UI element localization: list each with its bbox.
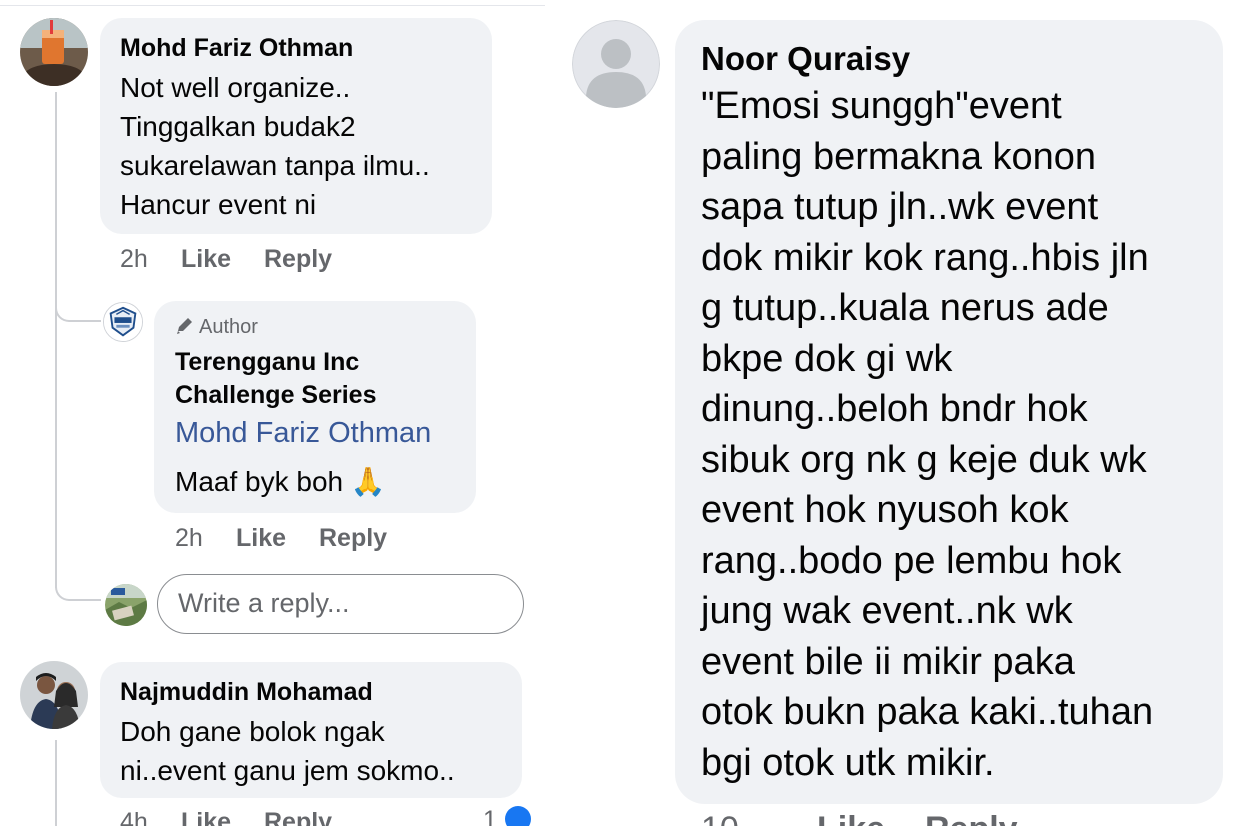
like-button[interactable]: Like [236, 524, 286, 553]
reply-timestamp[interactable]: 2h [175, 524, 203, 553]
comment-text-line: rang..bodo pe lembu hok [701, 540, 1122, 582]
comment-text-line: Hancur event ni [120, 189, 317, 220]
comment-text-line: Not well organize.. [120, 72, 351, 103]
reply-label: Reply [264, 808, 333, 826]
avatar-najmuddin[interactable] [20, 661, 88, 729]
like-button[interactable]: Like [181, 808, 231, 826]
comment-text-line: sibuk org nk g keje duk wk [701, 439, 1147, 481]
reply-button[interactable]: Reply [264, 245, 332, 274]
pencil-icon [177, 318, 192, 334]
comment-text-line: Tinggalkan budak2 [120, 111, 356, 142]
default-person-avatar-icon [572, 20, 660, 108]
comment-text-line: Doh gane bolok ngak [120, 716, 385, 747]
comment-text-line: dok mikir kok rang..hbis jln [701, 237, 1149, 279]
comment-text-line: g tutup..kuala nerus ade [701, 287, 1109, 329]
comment-text-line: dinung..beloh bndr hok [701, 388, 1088, 430]
comment-text-line: bgi otok utk mikir. [701, 742, 995, 784]
comment-text-line: sapa tutup jln..wk event [701, 186, 1099, 228]
reply-label: Reply [925, 810, 1018, 826]
author-badge-label: Author [199, 316, 258, 338]
reply-input[interactable]: Write a reply... [157, 574, 524, 634]
reply-label: Reply [264, 245, 333, 273]
like-label: Like [236, 524, 287, 552]
page-name-line[interactable]: Terengganu Inc [175, 348, 359, 377]
avatar-page-logo-icon [104, 303, 142, 341]
like-button[interactable]: Like [817, 810, 885, 826]
thread-line-branch-reply [55, 587, 101, 601]
comment-timestamp[interactable]: 4h [120, 808, 148, 826]
avatar-mohd-fariz[interactable] [20, 18, 88, 86]
avatar-noor-quraisy[interactable] [572, 20, 660, 108]
comment-text-line: otok bukn paka kaki..tuhan [701, 691, 1154, 733]
comment-text-line: jung wak event..nk wk [701, 590, 1073, 632]
reply-input-placeholder: Write a reply... [178, 588, 350, 618]
comment-text-line: "Emosi sunggh"event [701, 85, 1062, 127]
reply-button[interactable]: Reply [264, 808, 332, 826]
thread-line [55, 92, 57, 588]
reply-button[interactable]: Reply [319, 524, 387, 553]
like-button[interactable]: Like [181, 245, 231, 274]
comment-author[interactable]: Najmuddin Mohamad [120, 678, 373, 707]
thumbs-up-icon[interactable] [505, 806, 531, 826]
comment-right: Noor Quraisy "Emosi sunggh"event paling … [555, 0, 1240, 826]
avatar-terengganu-inc[interactable] [103, 302, 143, 342]
avatar-photo-couple-icon [20, 661, 88, 729]
comment-text-line: event bile ii mikir paka [701, 641, 1075, 683]
like-label: Like [817, 810, 885, 826]
mention-link[interactable]: Mohd Fariz Othman [175, 417, 431, 450]
reply-button[interactable]: Reply [925, 810, 1018, 826]
avatar-current-user[interactable] [105, 584, 147, 626]
comment-timestamp[interactable]: 10 [701, 810, 739, 826]
thread-line-branch-author [55, 308, 101, 322]
comment-text-line: paling bermakna konon [701, 136, 1097, 178]
comment-text-line: event hok nyusoh kok [701, 489, 1069, 531]
comment-timestamp[interactable]: 2h [120, 245, 148, 274]
comment-text-line: bkpe dok gi wk [701, 338, 953, 380]
reaction-count[interactable]: 1 [483, 806, 497, 826]
like-label: Like [181, 245, 232, 273]
reply-label: Reply [319, 524, 388, 552]
author-reply-text: Maaf byk boh 🙏 [175, 466, 386, 497]
comment-author[interactable]: Mohd Fariz Othman [120, 34, 353, 63]
page-name-line[interactable]: Challenge Series [175, 381, 376, 410]
author-badge: Author [175, 316, 258, 339]
avatar-photo-landscape-icon [105, 584, 147, 626]
divider [0, 5, 545, 6]
avatar-photo-drink-icon [20, 18, 88, 86]
comment-text-line: ni..event ganu jem sokmo.. [120, 755, 455, 786]
comment-author[interactable]: Noor Quraisy [701, 40, 910, 78]
like-label: Like [181, 808, 232, 826]
comment-thread-left: Mohd Fariz Othman Not well organize.. Ti… [0, 0, 545, 826]
thread-line [55, 740, 57, 826]
comment-text-line: sukarelawan tanpa ilmu.. [120, 150, 430, 181]
